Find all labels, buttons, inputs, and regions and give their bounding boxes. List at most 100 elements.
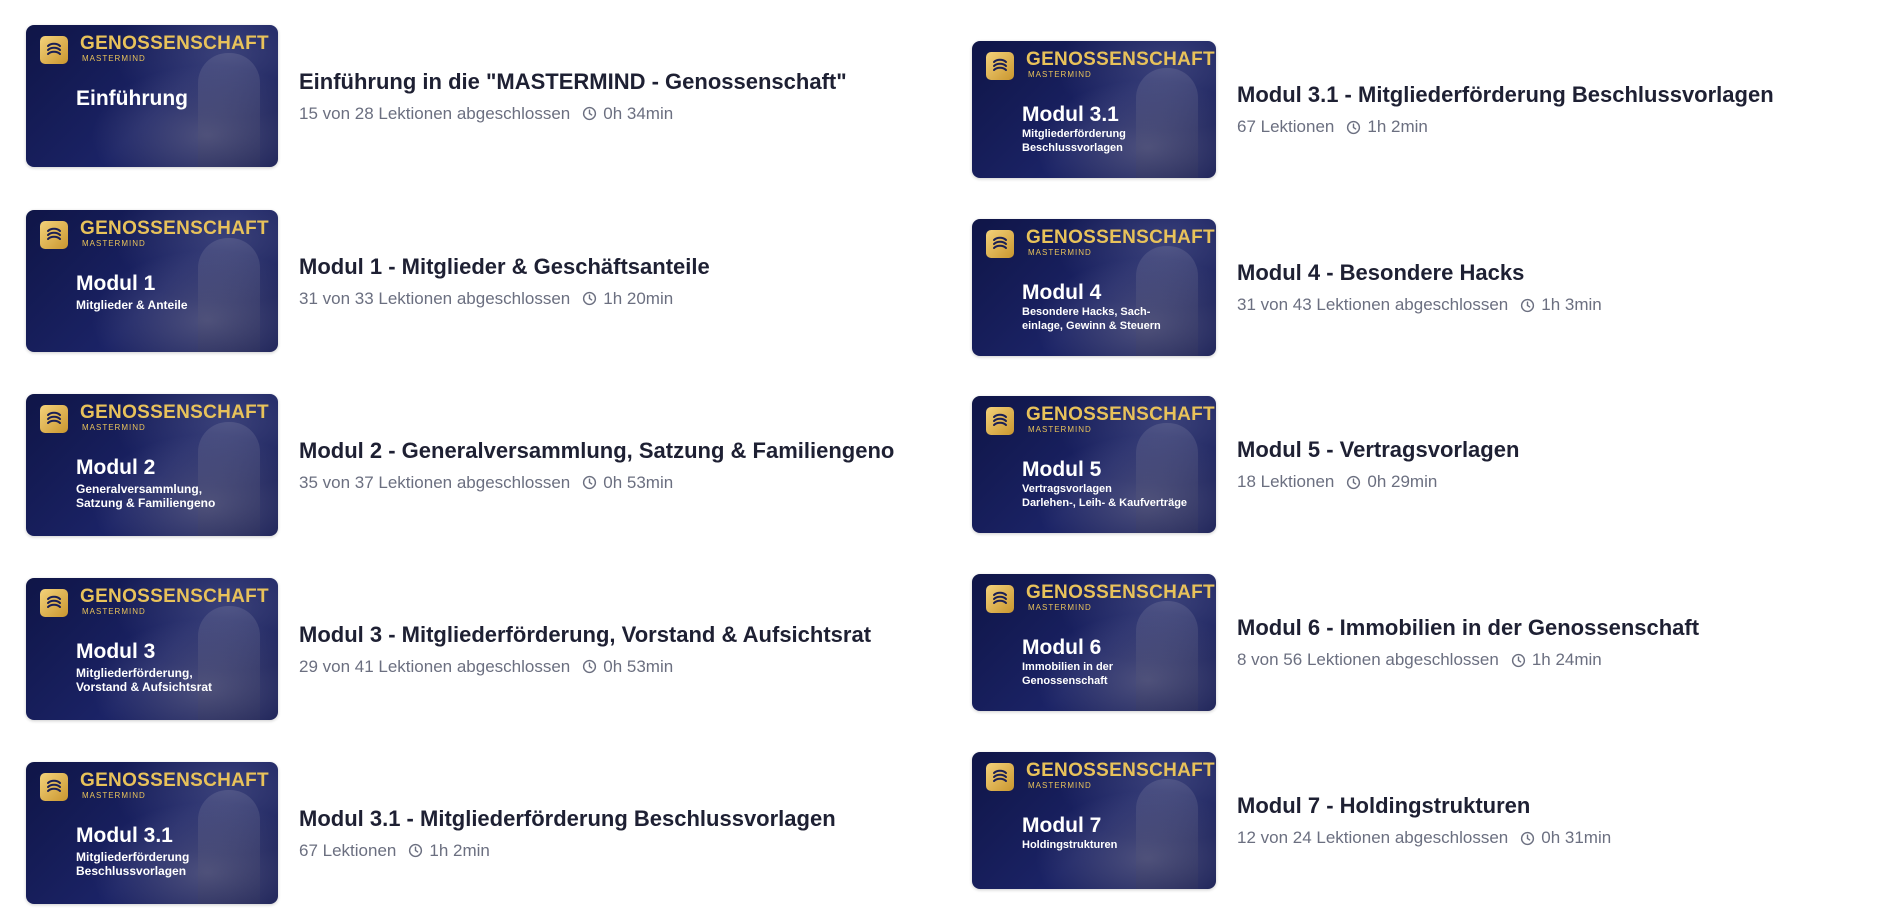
course-title[interactable]: Einführung in die "MASTERMIND - Genossen… [299,69,847,95]
course-item[interactable]: GENOSSENSCHAFT MASTERMIND Modul 3.1 Mitglie… [26,762,836,904]
thumbnail-subtitle: Mitgliederförderung Beschlussvorlagen [76,850,190,878]
course-title[interactable]: Modul 6 - Immobilien in der Genossenscha… [1237,615,1699,641]
genossenschaft-logo-icon [40,405,68,433]
course-thumbnail[interactable]: GENOSSENSCHAFT MASTERMIND Modul 4 Besondere… [972,219,1216,356]
genossenschaft-logo-icon [986,763,1014,791]
course-thumbnail[interactable]: GENOSSENSCHAFT MASTERMIND Modul 7 Holdingst… [972,752,1216,889]
genossenschaft-logo-icon [986,230,1014,258]
thumbnail-brand-sub: MASTERMIND [1028,603,1092,612]
course-info: Modul 3.1 - Mitgliederförderung Beschlus… [1237,82,1774,137]
clock-icon [1346,475,1361,490]
thumbnail-brand-sub: MASTERMIND [1028,425,1092,434]
presenter-figure [198,422,260,536]
thumbnail-brand-sub: MASTERMIND [82,423,146,432]
thumbnail-brand-sub: MASTERMIND [82,54,146,63]
thumbnail-brand: GENOSSENSCHAFT [1026,49,1215,70]
course-thumbnail[interactable]: GENOSSENSCHAFT MASTERMIND Modul 3 Mitgliede… [26,578,278,720]
course-title[interactable]: Modul 5 - Vertragsvorlagen [1237,437,1519,463]
thumbnail-subtitle: Mitglieder & Anteile [76,298,188,312]
thumbnail-subtitle: Mitgliederförderung Beschlussvorlagen [1022,128,1126,154]
course-thumbnail[interactable]: GENOSSENSCHAFT MASTERMIND Modul 2 Generalve… [26,394,278,536]
presenter-figure [1136,423,1198,533]
course-item[interactable]: GENOSSENSCHAFT MASTERMIND Modul 2 Generalve… [26,394,894,536]
course-item[interactable]: GENOSSENSCHAFT MASTERMIND Einführung Einfüh… [26,25,847,167]
thumbnail-brand-sub: MASTERMIND [1028,781,1092,790]
course-item[interactable]: GENOSSENSCHAFT MASTERMIND Modul 4 Besondere… [972,219,1602,356]
presenter-figure [1136,779,1198,889]
course-item[interactable]: GENOSSENSCHAFT MASTERMIND Modul 5 Vertragsv… [972,396,1519,533]
clock-icon [1520,831,1535,846]
genossenschaft-logo-icon [40,221,68,249]
course-progress: 31 von 33 Lektionen abgeschlossen [299,288,571,308]
clock-icon [582,475,597,490]
thumbnail-title: Modul 3 [76,640,156,663]
genossenschaft-logo-icon [986,52,1014,80]
course-progress: 31 von 43 Lektionen abgeschlossen [1237,295,1509,314]
genossenschaft-logo-icon [986,585,1014,613]
thumbnail-brand: GENOSSENSCHAFT [1026,582,1215,603]
thumbnail-subtitle: Mitgliederförderung, Vorstand & Aufsicht… [76,666,213,694]
thumbnail-brand: GENOSSENSCHAFT [1026,404,1215,425]
course-meta: 12 von 24 Lektionen abgeschlossen 0h 31mi… [1237,828,1611,848]
course-item[interactable]: GENOSSENSCHAFT MASTERMIND Modul 6 Immobilie… [972,574,1699,711]
course-thumbnail[interactable]: GENOSSENSCHAFT MASTERMIND Modul 6 Immobilie… [972,574,1216,711]
course-duration: 0h 29min [1367,472,1438,491]
thumbnail-title: Modul 5 [1022,458,1102,481]
course-thumbnail[interactable]: GENOSSENSCHAFT MASTERMIND Einführung [26,25,278,167]
thumbnail-title: Modul 6 [1022,636,1102,659]
thumbnail-subtitle: Holdingstrukturen [1022,839,1118,851]
clock-icon [1511,653,1526,668]
course-duration: 1h 3min [1541,295,1602,314]
course-title[interactable]: Modul 3.1 - Mitgliederförderung Beschlus… [299,806,836,832]
clock-icon [582,291,597,306]
course-info: Modul 3.1 - Mitgliederförderung Beschlus… [299,806,836,861]
course-duration: 1h 2min [429,840,490,860]
thumbnail-brand-sub: MASTERMIND [1028,248,1092,257]
thumbnail-brand: GENOSSENSCHAFT [80,770,269,791]
course-progress: 18 Lektionen [1237,472,1335,491]
thumbnail-brand: GENOSSENSCHAFT [80,218,269,239]
course-thumbnail[interactable]: GENOSSENSCHAFT MASTERMIND Modul 3.1 Mitglie… [26,762,278,904]
thumbnail-brand: GENOSSENSCHAFT [80,33,269,54]
course-thumbnail[interactable]: GENOSSENSCHAFT MASTERMIND Modul 5 Vertragsv… [972,396,1216,533]
genossenschaft-logo-icon [986,407,1014,435]
course-title[interactable]: Modul 2 - Generalversammlung, Satzung & … [299,438,894,464]
thumbnail-brand-sub: MASTERMIND [1028,70,1092,79]
course-duration: 1h 20min [603,288,674,308]
genossenschaft-logo-icon [40,589,68,617]
course-title[interactable]: Modul 7 - Holdingstrukturen [1237,793,1611,819]
course-progress: 15 von 28 Lektionen abgeschlossen [299,103,571,123]
course-progress: 35 von 37 Lektionen abgeschlossen [299,472,571,492]
course-item[interactable]: GENOSSENSCHAFT MASTERMIND Modul 7 Holdingst… [972,752,1611,889]
course-duration: 0h 53min [603,472,674,492]
course-meta: 15 von 28 Lektionen abgeschlossen 0h 34mi… [299,104,847,124]
thumbnail-title: Modul 3.1 [1022,103,1119,126]
thumbnail-title: Modul 7 [1022,814,1102,837]
course-title[interactable]: Modul 3.1 - Mitgliederförderung Beschlus… [1237,82,1774,108]
thumbnail-brand: GENOSSENSCHAFT [1026,760,1215,781]
course-progress: 29 von 41 Lektionen abgeschlossen [299,656,571,676]
course-meta: 31 von 33 Lektionen abgeschlossen 1h 20mi… [299,289,710,309]
thumbnail-brand-sub: MASTERMIND [82,239,146,248]
course-item[interactable]: GENOSSENSCHAFT MASTERMIND Modul 1 Mitgliede… [26,210,710,352]
course-title[interactable]: Modul 3 - Mitgliederförderung, Vorstand … [299,622,871,648]
thumbnail-title: Einführung [76,87,188,110]
course-title[interactable]: Modul 4 - Besondere Hacks [1237,260,1602,286]
course-item[interactable]: GENOSSENSCHAFT MASTERMIND Modul 3.1 Mitglie… [972,41,1774,178]
course-thumbnail[interactable]: GENOSSENSCHAFT MASTERMIND Modul 1 Mitgliede… [26,210,278,352]
course-meta: 18 Lektionen 0h 29min [1237,472,1519,492]
course-progress: 12 von 24 Lektionen abgeschlossen [1237,828,1509,847]
course-title[interactable]: Modul 1 - Mitglieder & Geschäftsanteile [299,254,710,280]
presenter-figure [198,790,260,904]
presenter-figure [198,606,260,720]
course-item[interactable]: GENOSSENSCHAFT MASTERMIND Modul 3 Mitgliede… [26,578,871,720]
course-progress: 67 Lektionen [1237,117,1335,136]
course-progress: 67 Lektionen [299,840,397,860]
thumbnail-brand: GENOSSENSCHAFT [1026,227,1215,248]
course-thumbnail[interactable]: GENOSSENSCHAFT MASTERMIND Modul 3.1 Mitglie… [972,41,1216,178]
course-meta: 8 von 56 Lektionen abgeschlossen 1h 24min [1237,650,1699,670]
clock-icon [1520,298,1535,313]
genossenschaft-logo-icon [40,773,68,801]
course-info: Modul 7 - Holdingstrukturen 12 von 24 Lek… [1237,793,1611,848]
course-duration: 1h 24min [1531,650,1602,669]
